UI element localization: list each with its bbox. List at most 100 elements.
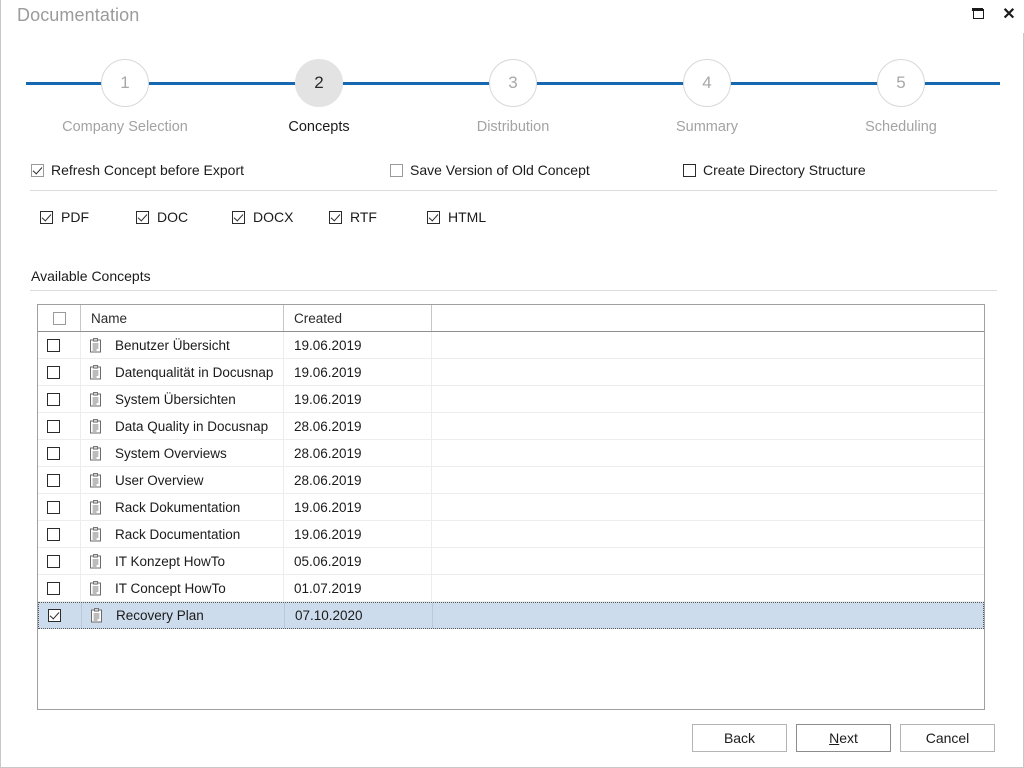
step-2-label: Concepts xyxy=(288,119,350,135)
table-row[interactable]: Benutzer Übersicht 19.06.2019 xyxy=(38,332,984,359)
html-checkbox-box[interactable] xyxy=(427,210,440,224)
checkbox-format-doc[interactable]: DOC xyxy=(136,209,188,225)
grid-header-name[interactable]: Name xyxy=(81,305,284,331)
checkbox-format-rtf[interactable]: RTF xyxy=(329,209,377,225)
format-docx-label: DOCX xyxy=(253,209,294,225)
row-select-checkbox[interactable] xyxy=(38,332,81,358)
docx-checkbox-box[interactable] xyxy=(232,210,245,224)
checkbox-format-html[interactable]: HTML xyxy=(427,209,486,225)
grid-header-select-all[interactable] xyxy=(38,305,81,331)
step-3-distribution[interactable]: 3 Distribution xyxy=(438,50,588,135)
cancel-button[interactable]: Cancel xyxy=(900,724,995,752)
row-select-checkbox[interactable] xyxy=(38,494,81,520)
doc-checkbox-box[interactable] xyxy=(136,210,149,224)
row-select-checkbox[interactable] xyxy=(38,359,81,385)
row-checkbox-box[interactable] xyxy=(47,581,60,595)
row-checkbox-box[interactable] xyxy=(47,446,60,460)
available-concepts-grid: Name Created Benutzer Übersicht 19.06.201… xyxy=(37,304,985,710)
row-created-cell: 19.06.2019 xyxy=(284,359,432,385)
row-spacer-cell xyxy=(432,521,984,547)
format-html-label: HTML xyxy=(448,209,487,225)
close-icon: ✕ xyxy=(1002,6,1016,23)
pdf-checkbox-box[interactable] xyxy=(40,210,53,224)
row-select-checkbox[interactable] xyxy=(38,386,81,412)
table-row[interactable]: Rack Dokumentation 19.06.2019 xyxy=(38,494,984,521)
row-name-cell: Rack Documentation xyxy=(81,521,284,547)
step-5-number: 5 xyxy=(877,59,925,107)
step-1-company-selection[interactable]: 1 Company Selection xyxy=(50,50,200,135)
row-name-cell: IT Concept HowTo xyxy=(81,575,284,601)
row-checkbox-box[interactable] xyxy=(47,392,60,406)
row-checkbox-box[interactable] xyxy=(47,500,60,514)
row-checkbox-box[interactable] xyxy=(48,609,61,622)
documentation-wizard-window: Documentation ✕ 1 Company Selection 2 Co… xyxy=(0,0,1024,768)
table-row[interactable]: IT Konzept HowTo 05.06.2019 xyxy=(38,548,984,575)
row-checkbox-box[interactable] xyxy=(47,527,60,541)
checkbox-format-docx[interactable]: DOCX xyxy=(232,209,293,225)
close-button[interactable]: ✕ xyxy=(996,3,1022,27)
title-bar: Documentation ✕ xyxy=(1,0,1024,33)
table-row[interactable]: System Übersichten 19.06.2019 xyxy=(38,386,984,413)
row-name-label: Rack Dokumentation xyxy=(115,499,241,515)
checkbox-refresh-concept-before-export[interactable]: Refresh Concept before Export xyxy=(31,162,244,178)
row-select-checkbox[interactable] xyxy=(38,575,81,601)
row-select-checkbox[interactable] xyxy=(38,467,81,493)
row-created-cell: 28.06.2019 xyxy=(284,440,432,466)
table-row[interactable]: System Overviews 28.06.2019 xyxy=(38,440,984,467)
restore-button[interactable] xyxy=(966,3,992,27)
format-doc-label: DOC xyxy=(157,209,189,225)
row-name-cell: Data Quality in Docusnap xyxy=(81,413,284,439)
checkbox-create-directory-label: Create Directory Structure xyxy=(703,162,866,178)
clipboard-icon xyxy=(89,418,102,434)
back-button[interactable]: Back xyxy=(692,724,787,752)
step-4-number: 4 xyxy=(683,59,731,107)
table-row[interactable]: User Overview 28.06.2019 xyxy=(38,467,984,494)
row-select-checkbox[interactable] xyxy=(38,521,81,547)
row-name-cell: Datenqualität in Docusnap xyxy=(81,359,284,385)
grid-header-row: Name Created xyxy=(38,305,984,332)
separator-options xyxy=(30,190,997,191)
table-row[interactable]: Rack Documentation 19.06.2019 xyxy=(38,521,984,548)
restore-icon xyxy=(972,8,984,19)
save-version-checkbox-box[interactable] xyxy=(390,163,403,177)
clipboard-icon xyxy=(89,499,102,515)
step-4-summary[interactable]: 4 Summary xyxy=(632,50,782,135)
row-select-checkbox[interactable] xyxy=(39,603,82,628)
row-checkbox-box[interactable] xyxy=(47,419,60,433)
row-spacer-cell xyxy=(432,386,984,412)
grid-header-spacer xyxy=(432,305,984,331)
row-name-cell: Recovery Plan xyxy=(82,603,285,628)
table-row[interactable]: Recovery Plan 07.10.2020 xyxy=(38,602,984,629)
checkbox-create-directory-structure[interactable]: Create Directory Structure xyxy=(683,162,866,178)
table-row[interactable]: IT Concept HowTo 01.07.2019 xyxy=(38,575,984,602)
wizard-stepper: 1 Company Selection 2 Concepts 3 Distrib… xyxy=(1,50,1024,145)
clipboard-icon xyxy=(90,608,103,623)
table-row[interactable]: Datenqualität in Docusnap 19.06.2019 xyxy=(38,359,984,386)
row-checkbox-box[interactable] xyxy=(47,554,60,568)
row-name-cell: IT Konzept HowTo xyxy=(81,548,284,574)
separator-available-concepts xyxy=(30,290,997,291)
row-checkbox-box[interactable] xyxy=(47,365,60,379)
row-checkbox-box[interactable] xyxy=(47,473,60,487)
step-2-concepts[interactable]: 2 Concepts xyxy=(244,50,394,135)
row-select-checkbox[interactable] xyxy=(38,548,81,574)
row-spacer-cell xyxy=(432,575,984,601)
create-directory-checkbox-box[interactable] xyxy=(683,163,696,177)
row-select-checkbox[interactable] xyxy=(38,440,81,466)
table-row[interactable]: Data Quality in Docusnap 28.06.2019 xyxy=(38,413,984,440)
checkbox-save-version-of-old-concept[interactable]: Save Version of Old Concept xyxy=(390,162,590,178)
row-name-cell: System Übersichten xyxy=(81,386,284,412)
step-1-number: 1 xyxy=(101,59,149,107)
row-select-checkbox[interactable] xyxy=(38,413,81,439)
grid-header-created[interactable]: Created xyxy=(284,305,432,331)
export-options-row: Refresh Concept before Export Save Versi… xyxy=(1,162,1024,184)
row-spacer-cell xyxy=(432,494,984,520)
refresh-concept-checkbox-box[interactable] xyxy=(31,163,44,177)
next-button-label-rest: ext xyxy=(839,730,858,746)
checkbox-format-pdf[interactable]: PDF xyxy=(40,209,89,225)
step-5-scheduling[interactable]: 5 Scheduling xyxy=(826,50,976,135)
row-checkbox-box[interactable] xyxy=(47,338,60,352)
next-button[interactable]: Next xyxy=(796,724,891,752)
select-all-checkbox-box[interactable] xyxy=(52,311,66,325)
rtf-checkbox-box[interactable] xyxy=(329,210,342,224)
